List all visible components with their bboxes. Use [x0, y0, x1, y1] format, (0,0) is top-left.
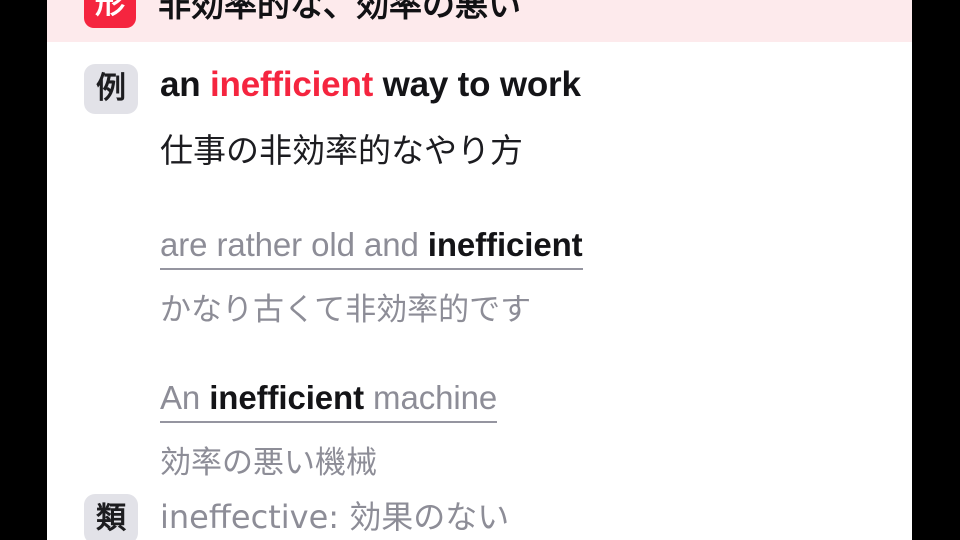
- synonym-badge: 類: [84, 494, 138, 540]
- dictionary-entry-content: 形 非効率的な、効率の悪い 例 an inefficient way to wo…: [47, 0, 912, 540]
- part-of-speech-definition: 非効率的な、効率の悪い: [158, 0, 521, 25]
- example-english-wrap: An inefficient machine: [160, 378, 912, 424]
- example-item[interactable]: are rather old and inefficient かなり古くて非効率…: [160, 225, 912, 330]
- part-of-speech-row: 形 非効率的な、効率の悪い: [47, 0, 912, 42]
- letterbox-bar-right: [912, 0, 960, 540]
- synonym-text: ineffective: 効果のない: [160, 498, 510, 536]
- example-badge: 例: [84, 64, 138, 114]
- example-english[interactable]: are rather old and inefficient: [160, 225, 583, 271]
- example-item[interactable]: an inefficient way to work 仕事の非効率的なやり方: [160, 64, 912, 171]
- example-english[interactable]: an inefficient way to work: [160, 64, 912, 105]
- part-of-speech-badge: 形: [84, 0, 136, 28]
- app-screen: 形 非効率的な、効率の悪い 例 an inefficient way to wo…: [0, 0, 960, 540]
- example-keyword: inefficient: [209, 65, 374, 104]
- example-english-wrap: are rather old and inefficient: [160, 225, 912, 271]
- example-keyword: inefficient: [427, 225, 583, 263]
- example-japanese: かなり古くて非効率的です: [160, 292, 532, 329]
- example-section: 例 an inefficient way to work 仕事の非効率的なやり方…: [47, 64, 912, 482]
- example-english-prefix: are rather old and: [160, 225, 428, 263]
- example-japanese: 効率の悪い機械: [160, 445, 377, 482]
- example-keyword: inefficient: [209, 378, 364, 416]
- example-list: an inefficient way to work 仕事の非効率的なやり方 a…: [138, 64, 912, 482]
- synonym-row[interactable]: 類 ineffective: 効果のない: [47, 494, 912, 540]
- synonym-body: ineffective: 効果のない: [138, 494, 912, 536]
- example-english[interactable]: An inefficient machine: [160, 378, 497, 424]
- letterbox-bar-left: [0, 0, 47, 540]
- example-japanese: 仕事の非効率的なやり方: [160, 131, 523, 171]
- part-of-speech-body: 非効率的な、効率の悪い: [136, 0, 912, 24]
- example-english-suffix: way to work: [373, 65, 581, 104]
- example-english-suffix: machine: [363, 378, 498, 416]
- example-english-prefix: an: [160, 65, 210, 104]
- example-english-prefix: An: [160, 378, 210, 416]
- example-item[interactable]: An inefficient machine 効率の悪い機械: [160, 378, 912, 483]
